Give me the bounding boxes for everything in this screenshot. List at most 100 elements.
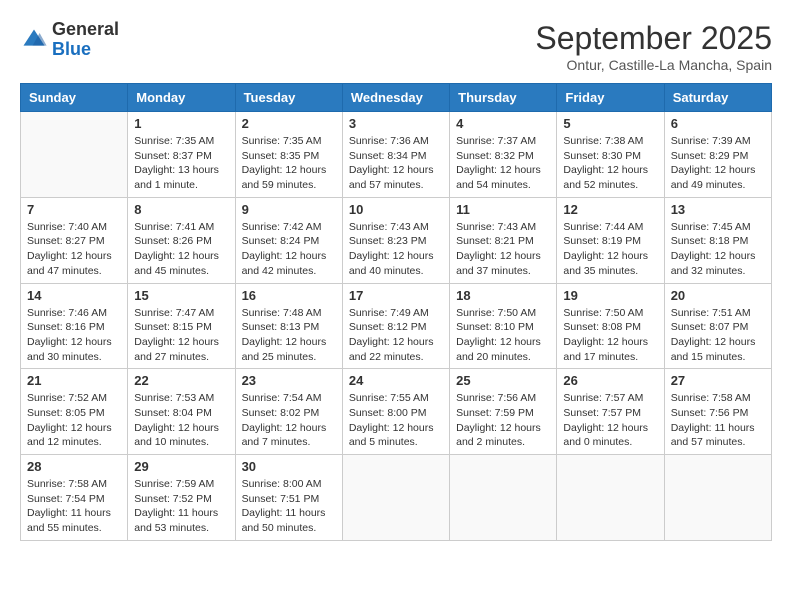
day-info: Sunrise: 7:44 AM Sunset: 8:19 PM Dayligh… (563, 220, 657, 279)
day-info: Sunrise: 7:37 AM Sunset: 8:32 PM Dayligh… (456, 134, 550, 193)
day-info: Sunrise: 7:59 AM Sunset: 7:52 PM Dayligh… (134, 477, 228, 536)
calendar-week-row: 7Sunrise: 7:40 AM Sunset: 8:27 PM Daylig… (21, 197, 772, 283)
calendar-cell: 21 Sunrise: 7:52 AM Sunset: 8:05 PM Dayli… (21, 369, 128, 455)
weekday-header: Thursday (450, 84, 557, 112)
weekday-header: Saturday (664, 84, 771, 112)
day-info: Sunrise: 7:53 AM Sunset: 8:04 PM Dayligh… (134, 391, 228, 450)
day-number: 3 (349, 116, 443, 131)
calendar-cell: 30 Sunrise: 8:00 AM Sunset: 7:51 PM Dayli… (235, 455, 342, 541)
day-number: 27 (671, 373, 765, 388)
day-number: 17 (349, 288, 443, 303)
day-number: 20 (671, 288, 765, 303)
day-info: Sunrise: 7:57 AM Sunset: 7:57 PM Dayligh… (563, 391, 657, 450)
day-number: 5 (563, 116, 657, 131)
day-info: Sunrise: 7:41 AM Sunset: 8:26 PM Dayligh… (134, 220, 228, 279)
calendar-cell (21, 112, 128, 198)
calendar-cell: 23Sunrise: 7:54 AM Sunset: 8:02 PM Dayli… (235, 369, 342, 455)
day-number: 4 (456, 116, 550, 131)
day-info: Sunrise: 7:52 AM Sunset: 8:05 PM Dayligh… (27, 391, 121, 450)
day-info: Sunrise: 7:54 AM Sunset: 8:02 PM Dayligh… (242, 391, 336, 450)
calendar-cell (342, 455, 449, 541)
calendar-cell: 20Sunrise: 7:51 AM Sunset: 8:07 PM Dayli… (664, 283, 771, 369)
day-info: Sunrise: 7:43 AM Sunset: 8:21 PM Dayligh… (456, 220, 550, 279)
day-info: Sunrise: 7:58 AM Sunset: 7:56 PM Dayligh… (671, 391, 765, 450)
day-number: 1 (134, 116, 228, 131)
weekday-header: Friday (557, 84, 664, 112)
day-info: Sunrise: 7:43 AM Sunset: 8:23 PM Dayligh… (349, 220, 443, 279)
calendar-cell: 15 Sunrise: 7:47 AM Sunset: 8:15 PM Dayli… (128, 283, 235, 369)
day-number: 12 (563, 202, 657, 217)
logo-icon (20, 26, 48, 54)
day-number: 21 (27, 373, 121, 388)
calendar-cell: 3 Sunrise: 7:36 AM Sunset: 8:34 PM Daylig… (342, 112, 449, 198)
day-info: Sunrise: 7:49 AM Sunset: 8:12 PM Dayligh… (349, 306, 443, 365)
logo-general: General (52, 19, 119, 39)
calendar-cell: 18 Sunrise: 7:50 AM Sunset: 8:10 PM Dayli… (450, 283, 557, 369)
calendar-cell: 22 Sunrise: 7:53 AM Sunset: 8:04 PM Dayli… (128, 369, 235, 455)
weekday-header: Sunday (21, 84, 128, 112)
weekday-header: Tuesday (235, 84, 342, 112)
calendar-cell (557, 455, 664, 541)
calendar-cell: 8 Sunrise: 7:41 AM Sunset: 8:26 PM Daylig… (128, 197, 235, 283)
calendar-cell: 5 Sunrise: 7:38 AM Sunset: 8:30 PM Daylig… (557, 112, 664, 198)
day-number: 28 (27, 459, 121, 474)
calendar-cell: 29Sunrise: 7:59 AM Sunset: 7:52 PM Dayli… (128, 455, 235, 541)
day-info: Sunrise: 8:00 AM Sunset: 7:51 PM Dayligh… (242, 477, 336, 536)
calendar-cell (450, 455, 557, 541)
day-info: Sunrise: 7:47 AM Sunset: 8:15 PM Dayligh… (134, 306, 228, 365)
day-number: 6 (671, 116, 765, 131)
day-info: Sunrise: 7:50 AM Sunset: 8:10 PM Dayligh… (456, 306, 550, 365)
day-info: Sunrise: 7:35 AM Sunset: 8:35 PM Dayligh… (242, 134, 336, 193)
day-number: 2 (242, 116, 336, 131)
day-info: Sunrise: 7:39 AM Sunset: 8:29 PM Dayligh… (671, 134, 765, 193)
calendar-cell: 19 Sunrise: 7:50 AM Sunset: 8:08 PM Dayli… (557, 283, 664, 369)
title-block: September 2025 Ontur, Castille-La Mancha… (535, 20, 772, 73)
calendar-cell: 6 Sunrise: 7:39 AM Sunset: 8:29 PM Daylig… (664, 112, 771, 198)
calendar-table: SundayMondayTuesdayWednesdayThursdayFrid… (20, 83, 772, 541)
day-number: 19 (563, 288, 657, 303)
day-number: 30 (242, 459, 336, 474)
calendar-cell: 7Sunrise: 7:40 AM Sunset: 8:27 PM Daylig… (21, 197, 128, 283)
day-number: 8 (134, 202, 228, 217)
page-header: General Blue September 2025 Ontur, Casti… (20, 20, 772, 73)
calendar-cell: 14Sunrise: 7:46 AM Sunset: 8:16 PM Dayli… (21, 283, 128, 369)
day-number: 10 (349, 202, 443, 217)
day-info: Sunrise: 7:56 AM Sunset: 7:59 PM Dayligh… (456, 391, 550, 450)
day-number: 25 (456, 373, 550, 388)
calendar-week-row: 1 Sunrise: 7:35 AM Sunset: 8:37 PM Daylig… (21, 112, 772, 198)
calendar-header-row: SundayMondayTuesdayWednesdayThursdayFrid… (21, 84, 772, 112)
calendar-cell: 1 Sunrise: 7:35 AM Sunset: 8:37 PM Daylig… (128, 112, 235, 198)
day-number: 22 (134, 373, 228, 388)
location-subtitle: Ontur, Castille-La Mancha, Spain (535, 57, 772, 73)
day-number: 24 (349, 373, 443, 388)
day-info: Sunrise: 7:58 AM Sunset: 7:54 PM Dayligh… (27, 477, 121, 536)
calendar-week-row: 14Sunrise: 7:46 AM Sunset: 8:16 PM Dayli… (21, 283, 772, 369)
day-number: 18 (456, 288, 550, 303)
day-number: 15 (134, 288, 228, 303)
calendar-cell (664, 455, 771, 541)
calendar-cell: 10 Sunrise: 7:43 AM Sunset: 8:23 PM Dayli… (342, 197, 449, 283)
month-title: September 2025 (535, 20, 772, 57)
day-number: 14 (27, 288, 121, 303)
logo: General Blue (20, 20, 119, 60)
calendar-cell: 4 Sunrise: 7:37 AM Sunset: 8:32 PM Daylig… (450, 112, 557, 198)
calendar-cell: 2 Sunrise: 7:35 AM Sunset: 8:35 PM Daylig… (235, 112, 342, 198)
day-number: 26 (563, 373, 657, 388)
day-info: Sunrise: 7:45 AM Sunset: 8:18 PM Dayligh… (671, 220, 765, 279)
logo-blue: Blue (52, 39, 91, 59)
day-info: Sunrise: 7:48 AM Sunset: 8:13 PM Dayligh… (242, 306, 336, 365)
day-info: Sunrise: 7:36 AM Sunset: 8:34 PM Dayligh… (349, 134, 443, 193)
weekday-header: Wednesday (342, 84, 449, 112)
calendar-week-row: 21 Sunrise: 7:52 AM Sunset: 8:05 PM Dayli… (21, 369, 772, 455)
day-number: 11 (456, 202, 550, 217)
day-info: Sunrise: 7:35 AM Sunset: 8:37 PM Dayligh… (134, 134, 228, 193)
calendar-cell: 25 Sunrise: 7:56 AM Sunset: 7:59 PM Dayli… (450, 369, 557, 455)
calendar-cell: 27 Sunrise: 7:58 AM Sunset: 7:56 PM Dayli… (664, 369, 771, 455)
calendar-cell: 13Sunrise: 7:45 AM Sunset: 8:18 PM Dayli… (664, 197, 771, 283)
calendar-cell: 12 Sunrise: 7:44 AM Sunset: 8:19 PM Dayli… (557, 197, 664, 283)
day-info: Sunrise: 7:38 AM Sunset: 8:30 PM Dayligh… (563, 134, 657, 193)
calendar-cell: 9Sunrise: 7:42 AM Sunset: 8:24 PM Daylig… (235, 197, 342, 283)
day-number: 7 (27, 202, 121, 217)
day-info: Sunrise: 7:50 AM Sunset: 8:08 PM Dayligh… (563, 306, 657, 365)
calendar-cell: 26 Sunrise: 7:57 AM Sunset: 7:57 PM Dayli… (557, 369, 664, 455)
